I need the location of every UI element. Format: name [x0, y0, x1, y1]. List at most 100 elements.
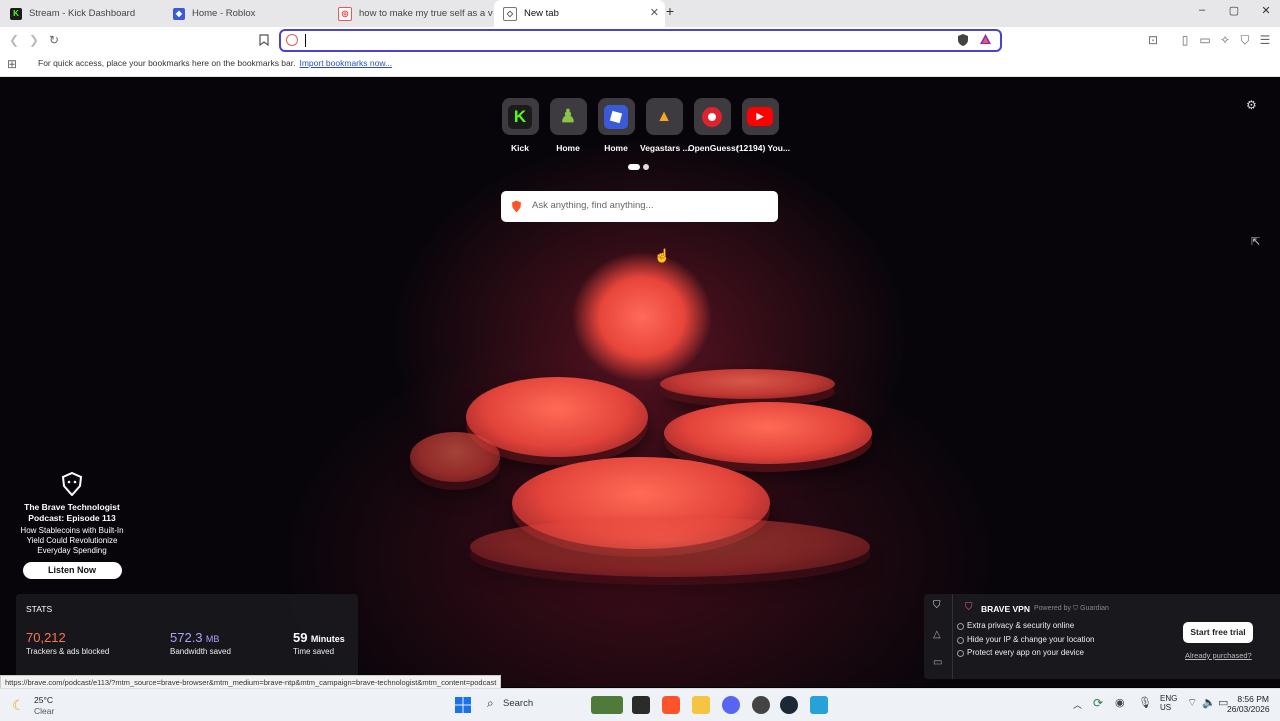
brave-lion-icon [511, 200, 522, 216]
vpn-icon[interactable]: ⛉ [1237, 32, 1253, 48]
settings-gear-icon[interactable]: ⚙ [1246, 98, 1257, 112]
windows-start-icon[interactable] [455, 697, 471, 716]
volume-icon[interactable]: 🔈 [1202, 696, 1216, 709]
tab-kick-dashboard[interactable]: K Stream - Kick Dashboard [0, 0, 170, 27]
open-image-link-icon[interactable]: ⇱ [1251, 235, 1260, 248]
promo-title: The Brave Technologist Podcast: Episode … [24, 502, 120, 523]
youtube-icon: ▶ [747, 107, 773, 126]
hand-cursor-icon: ☝ [654, 248, 671, 263]
tab-search-icon[interactable]: ⊡ [1145, 32, 1161, 48]
reload-icon[interactable]: ↻ [46, 32, 62, 48]
toolbar: ❮ ❯ ↻ ⊡ ▯ ▭ ✧ ⛉ ☰ [0, 27, 1280, 53]
weather-moon-icon: ☾ [12, 697, 25, 713]
sync-tray-icon[interactable]: ⟳ [1093, 696, 1103, 710]
vpn-powered-by: Powered by ⛉ Guardian [1034, 605, 1109, 612]
tab-roblox[interactable]: ◆ Home - Roblox [165, 0, 333, 27]
already-purchased-link[interactable]: Already purchased? [1185, 651, 1252, 660]
stat-trackers: 70,212 Trackers & ads blocked [26, 630, 110, 656]
listen-now-button[interactable]: Listen Now [22, 562, 122, 579]
brave-shields-icon[interactable] [957, 33, 969, 49]
news-icon[interactable]: ▭ [933, 657, 942, 668]
vpn-logo-icon: ⛉ [965, 602, 973, 613]
new-tab-button[interactable]: + [660, 3, 680, 21]
back-icon[interactable]: ❮ [6, 32, 22, 48]
language-indicator[interactable]: ENG US [1160, 694, 1177, 712]
roblox-icon [604, 104, 628, 129]
rewards-icon[interactable]: △ [933, 629, 941, 640]
text-caret [305, 34, 306, 47]
tray-app-icon[interactable]: ◉ [1115, 696, 1125, 709]
file-explorer-icon[interactable] [692, 696, 710, 714]
top-site-home-chess[interactable]: ♟ Home [544, 98, 592, 153]
forward-icon[interactable]: ❯ [26, 32, 42, 48]
top-site-youtube[interactable]: ▶ (12194) You... [736, 98, 790, 153]
chevron-up-icon[interactable]: ︿ [1073, 698, 1082, 711]
vpn-title: BRAVE VPN [981, 604, 1030, 614]
roblox-icon: ◆ [173, 7, 185, 20]
vpn-feature: Protect every app on your device [957, 648, 1084, 657]
promo-subtitle: How Stablecoins with Built-In Yield Coul… [20, 526, 124, 555]
vpn-feature: Extra privacy & security online [956, 621, 1075, 630]
tab-label: Home - Roblox [192, 8, 256, 19]
notepad-icon[interactable] [810, 696, 828, 714]
minimize-button[interactable]: – [1192, 4, 1212, 22]
openguessr-icon [702, 106, 722, 127]
close-tab-icon[interactable]: ✕ [650, 6, 659, 19]
close-window-button[interactable]: ✕ [1256, 4, 1276, 22]
brave-rewards-icon[interactable] [979, 33, 992, 48]
top-site-vegastars[interactable]: ▲ Vegastars ... [640, 98, 690, 153]
chess-pawn-icon: ♟ [559, 106, 577, 126]
app-icon[interactable] [752, 696, 770, 714]
bookmarks-hint: For quick access, place your bookmarks h… [38, 58, 393, 68]
start-free-trial-button[interactable]: Start free trial [1183, 622, 1253, 643]
widget-switcher: ⛉ △ ▭ [924, 594, 953, 679]
taskbar: ☾ 25°C Clear ⌕ Search ︿ ⟳ ◉ 🎙 ENG US ⌔ 🔈 … [0, 688, 1280, 721]
tab-label: how to make my true self as a vtuber [359, 8, 493, 19]
clock[interactable]: 8:56 PM 26/03/2026 [1227, 694, 1270, 714]
vegastars-icon: ▲ [656, 107, 672, 125]
stats-widget: STATS 70,212 Trackers & ads blocked 572.… [16, 594, 358, 687]
stats-heading: STATS [26, 604, 53, 614]
apps-grid-icon[interactable]: ⊞ [7, 57, 17, 71]
top-site-kick[interactable]: K Kick [496, 98, 544, 153]
microphone-icon[interactable]: 🎙 [1138, 696, 1152, 709]
wifi-icon[interactable]: ⌔ [1187, 696, 1197, 710]
maximize-button[interactable]: ▢ [1224, 4, 1244, 22]
leo-ai-icon[interactable]: ✧ [1217, 32, 1233, 48]
wallet-icon[interactable]: ▭ [1197, 32, 1213, 48]
weather-temp[interactable]: 25°C [34, 695, 53, 705]
top-site-home-roblox[interactable]: Home [592, 98, 640, 153]
kick-icon: K [508, 104, 532, 129]
address-bar[interactable] [279, 29, 1002, 52]
tab-vtuber-search[interactable]: ◎ how to make my true self as a vtuber [330, 0, 493, 27]
tab-label: Stream - Kick Dashboard [29, 8, 136, 19]
brave-search-icon [286, 34, 298, 46]
stat-time: 59 Minutes Time saved [293, 630, 345, 656]
bookmark-icon[interactable] [256, 32, 272, 48]
ntp-search-box[interactable]: Ask anything, find anything... [501, 191, 778, 222]
brave-icon: ◇ [503, 6, 517, 21]
menu-icon[interactable]: ☰ [1257, 32, 1273, 48]
task-view-icon[interactable] [632, 696, 650, 714]
discord-icon[interactable] [722, 696, 740, 714]
search-highlight-icon[interactable] [591, 696, 623, 714]
tab-strip: K Stream - Kick Dashboard ◆ Home - Roblo… [0, 0, 1280, 27]
import-bookmarks-link[interactable]: Import bookmarks now... [299, 58, 392, 68]
bookmarks-bar: ⊞ For quick access, place your bookmarks… [0, 53, 1280, 77]
brave-taskbar-icon[interactable] [662, 696, 680, 714]
top-sites-page-dot-active[interactable] [628, 164, 640, 170]
new-tab-page: ⚙ ⇱ K Kick ♟ Home Home ▲ Vegastars ... O… [0, 77, 1280, 687]
stat-bandwidth: 572.3 MB Bandwidth saved [170, 630, 231, 656]
vpn-shield-icon[interactable]: ⛉ [933, 600, 941, 611]
taskbar-search[interactable]: Search [503, 698, 533, 709]
vpn-feature: Hide your IP & change your location [956, 635, 1095, 644]
tab-label: New tab [524, 8, 559, 19]
top-site-openguessr[interactable]: OpenGuessr [688, 98, 739, 153]
weather-desc[interactable]: Clear [34, 706, 54, 716]
top-sites-page-dot[interactable] [643, 164, 649, 170]
tab-new-tab[interactable]: ◇ New tab ✕ [494, 0, 665, 27]
sidebar-icon[interactable]: ▯ [1177, 32, 1193, 48]
vpn-widget: ⛉ △ ▭ ⛉ BRAVE VPN Powered by ⛉ Guardian … [924, 594, 1280, 679]
steam-icon[interactable] [780, 696, 798, 714]
search-icon[interactable]: ⌕ [487, 696, 494, 711]
